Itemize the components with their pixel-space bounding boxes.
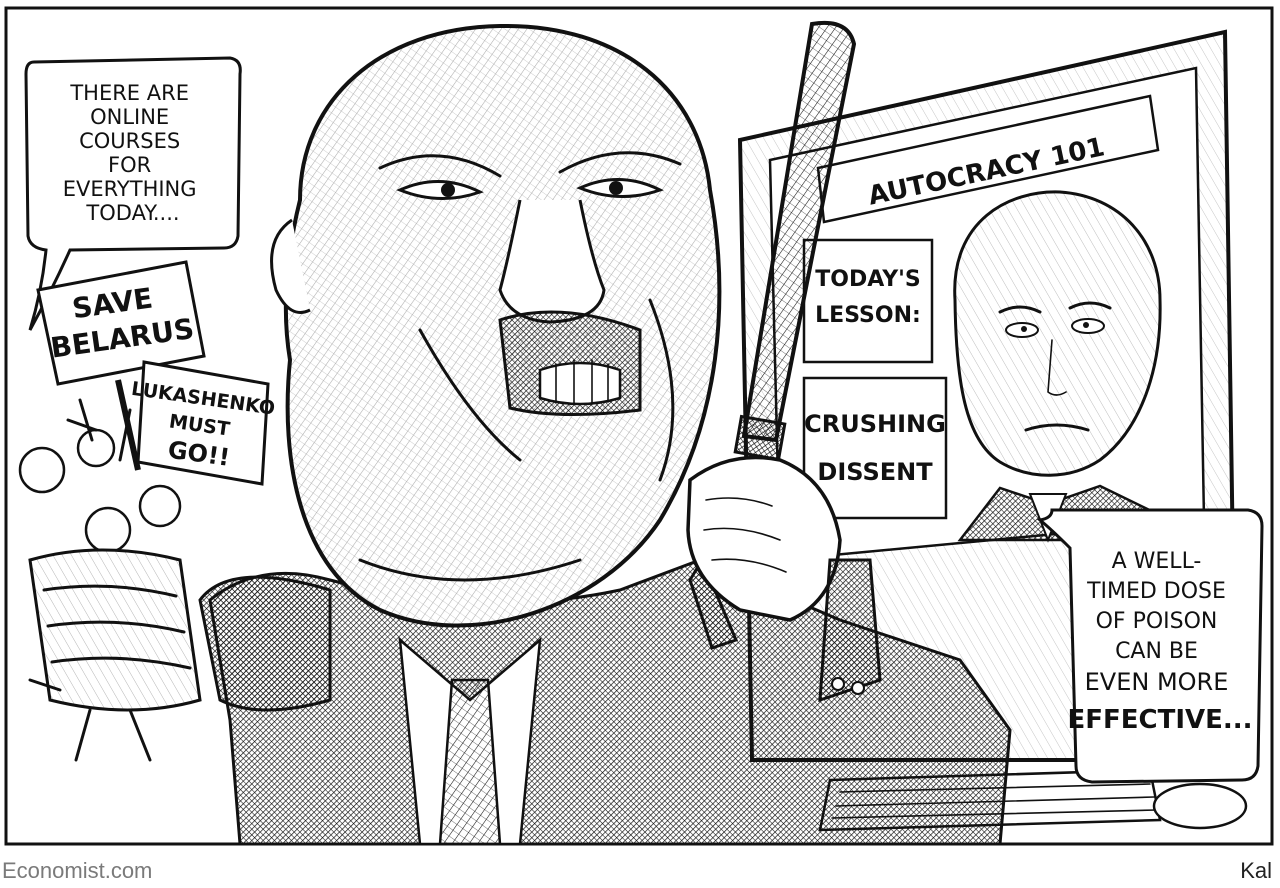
right-bubble-line-4: CAN BE	[1115, 639, 1198, 664]
right-bubble-line-5: EVEN MORE	[1085, 668, 1229, 696]
lesson-topic-line-1: CRUSHING	[804, 410, 946, 438]
left-bubble-line-3: COURSES	[79, 129, 180, 153]
cartoon-illustration: AUTOCRACY 101 TODAY'S LESSON: CRUSHING DIS…	[4, 6, 1274, 846]
left-bubble-line-2: ONLINE	[90, 105, 169, 129]
right-bubble-line-6: EFFECTIVE...	[1067, 705, 1252, 735]
lesson-label-line-2: LESSON:	[815, 303, 921, 328]
footer-source: Economist.com	[2, 858, 153, 883]
left-bubble-line-5: EVERYTHING	[63, 177, 197, 201]
lesson-topic-line-2: DISSENT	[817, 458, 933, 486]
right-bubble-line-3: OF POISON	[1096, 609, 1218, 634]
right-bubble-line-1: A WELL-	[1112, 549, 1202, 574]
left-bubble-line-4: FOR	[108, 153, 151, 177]
necktie	[438, 678, 502, 846]
footer-artist-signature: Kal	[1240, 858, 1272, 883]
lesson-label-box: TODAY'S LESSON:	[802, 238, 934, 364]
computer-mouse	[1152, 782, 1248, 830]
lesson-label-line-1: TODAY'S	[815, 267, 920, 292]
left-bubble-line-6: TODAY....	[85, 201, 179, 225]
left-bubble-line-1: THERE ARE	[69, 81, 189, 105]
right-bubble-line-2: TIMED DOSE	[1086, 579, 1226, 604]
